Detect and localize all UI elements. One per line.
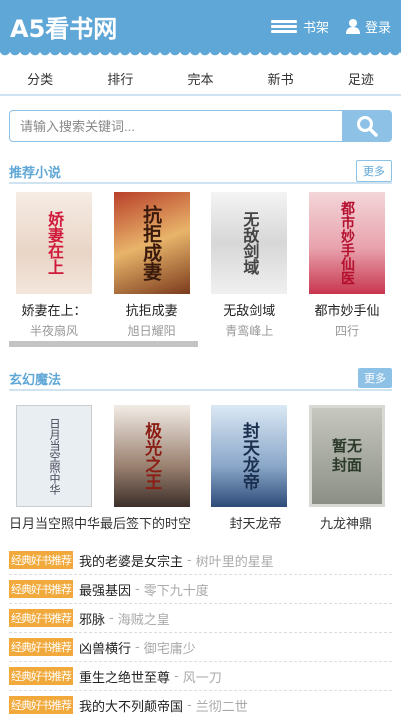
recommend-tag: 经典好书推荐 xyxy=(9,696,73,714)
site-logo[interactable]: A5看书网 xyxy=(10,9,117,44)
list-item[interactable]: 经典好书推荐 我的老婆是女宗主 - 树叶里的星星 xyxy=(9,546,392,575)
recommend-tag: 经典好书推荐 xyxy=(9,609,73,627)
book-card[interactable]: 日月当空照中华 xyxy=(9,405,99,507)
header: A5看书网 书架 登录 xyxy=(0,0,401,58)
list-item-author: 零下九十度 xyxy=(143,583,209,599)
recommend-title: 推荐小说 xyxy=(9,165,62,181)
book-card[interactable]: 无敌剑域 无敌剑域 青鸾峰上 xyxy=(204,192,294,339)
book-author: 四行 xyxy=(334,324,359,338)
bookshelf-link[interactable]: 书架 xyxy=(269,17,329,36)
horizontal-scrollbar[interactable] xyxy=(9,341,198,347)
list-item[interactable]: 经典好书推荐 最强基因 - 零下九十度 xyxy=(9,575,392,604)
book-cover: 无敌剑域 xyxy=(211,192,288,294)
nav-category[interactable]: 分类 xyxy=(17,69,63,88)
nav-history[interactable]: 足迹 xyxy=(338,69,384,88)
recommend-more-button[interactable]: 更多 xyxy=(356,160,392,182)
fantasy-book-titles: 日月当空照中华最后签下的时空 封天龙帝 九龙神鼎 xyxy=(0,513,401,532)
fantasy-header: 玄幻魔法 更多 xyxy=(9,367,392,391)
book-cover: 娇妻在上 xyxy=(16,192,92,294)
list-item-title[interactable]: 最强基因 xyxy=(79,580,131,599)
book-title: 无敌剑域 xyxy=(223,304,276,319)
book-cover: 暂无封面 xyxy=(308,405,385,507)
book-author: 旭日耀阳 xyxy=(127,324,176,338)
list-item-author: 风一刀 xyxy=(182,670,222,686)
separator: - xyxy=(109,610,114,626)
book-card[interactable]: 都市妙手仙医 都市妙手仙 四行 xyxy=(302,192,392,339)
list-item-title[interactable]: 我的大不列颠帝国 xyxy=(79,696,183,714)
book-author: 半夜扇风 xyxy=(29,324,78,338)
list-item-title[interactable]: 重生之绝世至尊 xyxy=(79,667,170,686)
book-cover: 都市妙手仙医 xyxy=(308,192,385,294)
nav-ranking[interactable]: 排行 xyxy=(97,69,143,88)
book-cover: 抗拒成妻 xyxy=(113,192,190,294)
separator: - xyxy=(135,639,140,655)
recommend-tag: 经典好书推荐 xyxy=(9,667,73,685)
list-item-author: 树叶里的星星 xyxy=(195,554,274,570)
book-title[interactable]: 九龙神鼎 xyxy=(320,513,372,532)
list-item[interactable]: 经典好书推荐 凶兽横行 - 御宅庸少 xyxy=(9,633,392,662)
nav-completed[interactable]: 完本 xyxy=(177,69,223,88)
list-item-author: 兰彻二世 xyxy=(195,699,248,714)
separator: - xyxy=(187,552,192,568)
recommend-books: 娇妻在上 娇妻在上： 半夜扇风 抗拒成妻 抗拒成妻 旭日耀阳 无敌剑域 无敌剑域… xyxy=(0,192,401,339)
search-icon xyxy=(357,116,378,137)
list-item-author: 海贼之皇 xyxy=(117,612,170,628)
list-item-author: 御宅庸少 xyxy=(143,641,196,657)
book-cover: 极光之王 xyxy=(113,405,190,507)
separator: - xyxy=(174,668,179,684)
search-button[interactable] xyxy=(342,110,392,142)
bookshelf-label: 书架 xyxy=(302,20,329,36)
recommend-tag: 经典好书推荐 xyxy=(9,551,73,569)
book-card[interactable]: 娇妻在上 娇妻在上： 半夜扇风 xyxy=(9,192,99,339)
separator: - xyxy=(135,581,140,597)
main-nav: 分类 排行 完本 新书 足迹 xyxy=(0,62,401,96)
list-item[interactable]: 经典好书推荐 我的大不列颠帝国 - 兰彻二世 xyxy=(9,691,392,714)
book-title: 都市妙手仙 xyxy=(314,304,380,319)
book-author: 青鸾峰上 xyxy=(225,324,274,338)
list-item-title[interactable]: 邪脉 xyxy=(79,609,105,628)
book-card[interactable]: 暂无封面 xyxy=(302,405,392,507)
fantasy-more-button[interactable]: 更多 xyxy=(358,368,392,388)
book-title: 抗拒成妻 xyxy=(125,304,178,319)
separator: - xyxy=(187,697,192,713)
book-cover: 封天龙帝 xyxy=(211,405,288,507)
list-item[interactable]: 经典好书推荐 邪脉 - 海贼之皇 xyxy=(9,604,392,633)
search-bar xyxy=(9,110,392,142)
book-card[interactable]: 封天龙帝 xyxy=(204,405,294,507)
book-cover: 日月当空照中华 xyxy=(16,405,92,507)
book-card[interactable]: 极光之王 xyxy=(107,405,197,507)
fantasy-books: 日月当空照中华 极光之王 封天龙帝 暂无封面 xyxy=(0,405,401,507)
recommend-tag: 经典好书推荐 xyxy=(9,580,73,598)
login-link[interactable]: 登录 xyxy=(345,17,391,36)
user-icon xyxy=(345,19,360,34)
book-title[interactable]: 封天龙帝 xyxy=(230,513,282,532)
bookshelf-icon xyxy=(270,20,297,33)
recommend-header: 推荐小说 更多 xyxy=(9,160,392,184)
list-item-title[interactable]: 我的老婆是女宗主 xyxy=(79,551,183,570)
book-card[interactable]: 抗拒成妻 抗拒成妻 旭日耀阳 xyxy=(107,192,197,339)
book-list: 经典好书推荐 我的老婆是女宗主 - 树叶里的星星 经典好书推荐 最强基因 - 零… xyxy=(9,546,392,714)
recommend-tag: 经典好书推荐 xyxy=(9,638,73,656)
search-input[interactable] xyxy=(9,110,342,142)
book-title[interactable]: 日月当空照中华最后签下的时空 xyxy=(9,513,191,532)
login-label: 登录 xyxy=(364,20,391,36)
fantasy-title: 玄幻魔法 xyxy=(9,372,62,388)
list-item[interactable]: 经典好书推荐 重生之绝世至尊 - 风一刀 xyxy=(9,662,392,691)
book-title: 娇妻在上： xyxy=(21,304,87,319)
nav-new-books[interactable]: 新书 xyxy=(258,69,304,88)
list-item-title[interactable]: 凶兽横行 xyxy=(79,638,131,657)
